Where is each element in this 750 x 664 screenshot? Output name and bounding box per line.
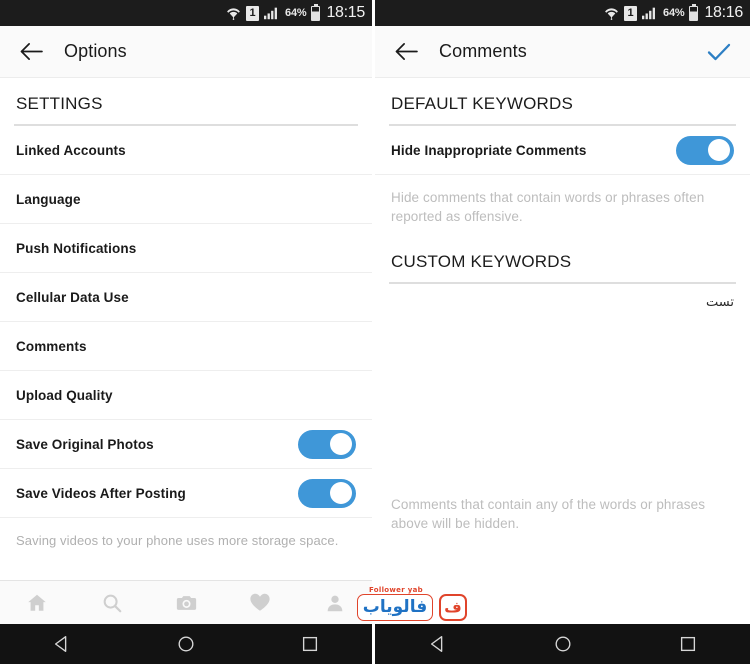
instagram-tab-bar (0, 580, 372, 624)
battery-icon (689, 3, 699, 21)
search-icon (103, 594, 121, 612)
sim-indicator: 1 (246, 5, 260, 21)
sim-indicator: 1 (624, 5, 638, 21)
profile-icon (327, 595, 343, 611)
heart-icon (250, 593, 271, 611)
row-label: Cellular Data Use (16, 289, 129, 305)
right-content: DEFAULT KEYWORDS Hide Inappropriate Comm… (375, 78, 750, 624)
row-label: Push Notifications (16, 240, 137, 256)
android-back[interactable] (375, 634, 500, 654)
status-clock: 18:16 (704, 4, 743, 21)
tab-activity[interactable] (223, 592, 297, 613)
save-videos-after-posting-toggle[interactable] (298, 478, 356, 508)
row-label: Language (16, 191, 81, 207)
circle-home-icon (555, 636, 570, 652)
android-back[interactable] (0, 634, 124, 654)
left-android-nav-bar (0, 624, 372, 664)
row-label: Save Videos After Posting (16, 485, 186, 501)
right-android-nav-bar (375, 624, 750, 664)
row-label: Hide Inappropriate Comments (391, 142, 587, 158)
toggle-knob (708, 139, 730, 161)
row-label: Save Original Photos (16, 436, 154, 452)
settings-row-push-notifications[interactable]: Push Notifications (0, 224, 372, 273)
settings-row-comments[interactable]: Comments (0, 322, 372, 371)
left-content: SETTINGS Linked Accounts Language Push N… (0, 78, 372, 580)
right-app-bar: Comments (375, 26, 750, 78)
row-label: Linked Accounts (16, 142, 126, 158)
signal-bars-icon (264, 6, 280, 20)
tab-camera[interactable] (149, 592, 223, 614)
settings-row-linked-accounts[interactable]: Linked Accounts (0, 126, 372, 175)
custom-keywords-section-header: CUSTOM KEYWORDS (391, 252, 572, 271)
hide-inappropriate-comments-row[interactable]: Hide Inappropriate Comments (375, 126, 750, 175)
custom-keyword-item[interactable]: تست (375, 284, 750, 310)
settings-row-save-videos-after-posting[interactable]: Save Videos After Posting (0, 469, 372, 518)
square-recents-icon (302, 636, 318, 652)
circle-home-icon (178, 636, 194, 652)
save-videos-helper-text: Saving videos to your phone uses more st… (16, 533, 339, 548)
page-title: Options (64, 41, 127, 61)
default-keywords-helper-text: Hide comments that contain words or phra… (391, 190, 705, 224)
save-original-photos-toggle[interactable] (298, 429, 356, 459)
tab-search[interactable] (74, 592, 148, 614)
status-clock: 18:15 (326, 4, 365, 21)
row-label: Comments (16, 338, 87, 354)
triangle-back-icon (430, 636, 442, 652)
right-status-bar: 1 64% 18:16 (375, 0, 750, 26)
settings-section-header: SETTINGS (16, 94, 103, 113)
toggle-knob (330, 433, 352, 455)
tab-profile[interactable] (298, 592, 372, 614)
right-phone-screen: 1 64% 18:16 Comments DEFAULT KEYWORDS Hi… (375, 0, 750, 664)
battery-percent: 64% (663, 7, 685, 19)
android-recents[interactable] (248, 634, 372, 654)
settings-row-cellular-data-use[interactable]: Cellular Data Use (0, 273, 372, 322)
wifi-icon (226, 6, 241, 20)
home-icon (28, 594, 46, 611)
settings-row-upload-quality[interactable]: Upload Quality (0, 371, 372, 420)
left-phone-screen: 1 64% 18:15 Options SETTINGS Linked Acco… (0, 0, 467, 664)
camera-icon (176, 595, 196, 610)
android-home[interactable] (124, 634, 248, 654)
settings-row-save-original-photos[interactable]: Save Original Photos (0, 420, 372, 469)
toggle-knob (330, 482, 352, 504)
battery-percent: 64% (285, 7, 307, 19)
default-keywords-section-header: DEFAULT KEYWORDS (391, 94, 574, 113)
battery-icon (311, 3, 321, 21)
triangle-back-icon (54, 636, 67, 652)
square-recents-icon (680, 636, 695, 652)
hide-inappropriate-comments-toggle[interactable] (676, 135, 734, 165)
back-arrow-icon[interactable] (14, 35, 48, 69)
left-status-bar: 1 64% 18:15 (0, 0, 372, 26)
signal-bars-icon (642, 6, 658, 20)
tab-home[interactable] (0, 592, 74, 614)
settings-row-language[interactable]: Language (0, 175, 372, 224)
back-arrow-icon[interactable] (389, 35, 423, 69)
row-label: Upload Quality (16, 387, 113, 403)
android-recents[interactable] (625, 634, 750, 654)
left-app-bar: Options (0, 26, 372, 78)
checkmark-icon[interactable] (702, 35, 736, 69)
wifi-icon (604, 6, 619, 20)
page-title: Comments (439, 41, 527, 61)
dual-screenshot-container: 1 64% 18:15 Options SETTINGS Linked Acco… (0, 0, 750, 664)
custom-keywords-helper-text: Comments that contain any of the words o… (391, 497, 706, 531)
android-home[interactable] (500, 634, 625, 654)
